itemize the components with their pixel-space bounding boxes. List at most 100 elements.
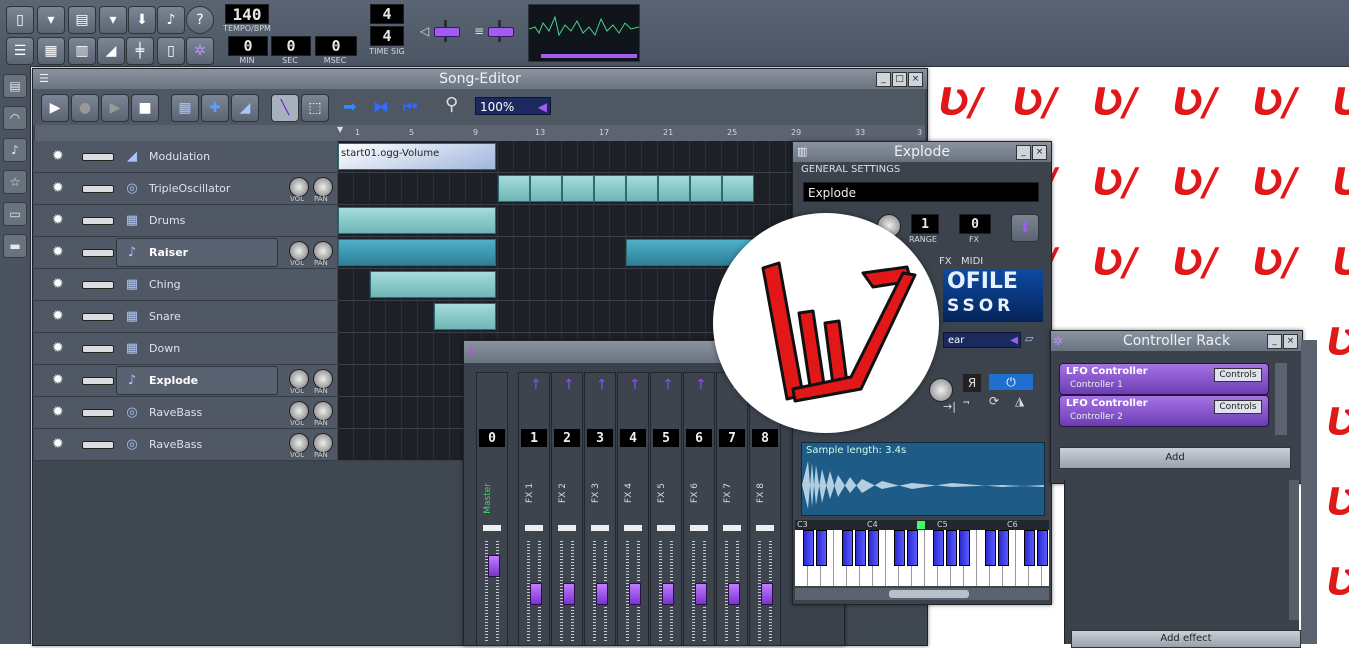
pattern-clip[interactable] — [338, 207, 496, 234]
auto-scroll-icon[interactable]: ➡ — [343, 97, 356, 116]
open-sample-icon[interactable]: ▱ — [1025, 332, 1041, 348]
fx-channel[interactable]: ↑ 5 FX 5 — [650, 372, 682, 646]
volume-fader[interactable] — [662, 583, 674, 605]
black-key[interactable] — [855, 530, 866, 566]
mute-toggle[interactable] — [82, 153, 114, 161]
minimize-button[interactable]: _ — [1267, 334, 1282, 349]
interpolation-select[interactable]: ear ◀ — [943, 332, 1021, 348]
mute-toggle[interactable] — [525, 525, 543, 531]
pan-knob[interactable] — [313, 241, 333, 261]
black-key[interactable] — [959, 530, 970, 566]
add-sample-track-icon[interactable]: ✚ — [201, 94, 229, 122]
automation-editor-icon[interactable]: ◢ — [97, 37, 125, 65]
send-arrow-icon[interactable]: ↑ — [662, 377, 674, 421]
record-button[interactable]: ● — [71, 94, 99, 122]
pan-knob[interactable] — [313, 401, 333, 421]
pattern-clip[interactable] — [658, 175, 690, 202]
rack-scrollbar[interactable] — [1275, 363, 1287, 435]
black-key[interactable] — [1024, 530, 1035, 566]
save-project-icon[interactable]: ⬇ — [128, 6, 156, 34]
track-name[interactable]: Drums — [149, 214, 185, 227]
master-volume-slider[interactable]: ◁ — [420, 20, 464, 42]
gear-icon[interactable]: ✹ — [52, 148, 68, 164]
instrument-titlebar[interactable]: ▥ Explode _ × — [793, 142, 1051, 162]
track-header[interactable]: ✹ ▦ Drums — [34, 205, 337, 237]
mute-toggle[interactable] — [82, 345, 114, 353]
new-from-template-icon[interactable]: ▾ — [37, 6, 65, 34]
black-key[interactable] — [816, 530, 827, 566]
mute-toggle[interactable] — [483, 525, 501, 531]
black-key[interactable] — [803, 530, 814, 566]
sample-edit-icon[interactable]: ⫬ — [963, 394, 981, 410]
track-name[interactable]: RaveBass — [149, 406, 202, 419]
volume-fader[interactable] — [488, 555, 500, 577]
gear-icon[interactable]: ✹ — [52, 308, 68, 324]
send-arrow-icon[interactable]: ↑ — [596, 377, 608, 421]
fx-channel[interactable]: ↑ 6 FX 6 — [683, 372, 715, 646]
song-editor-titlebar[interactable]: ☰ Song-Editor _ □ × — [33, 69, 927, 89]
minimize-button[interactable]: _ — [1016, 145, 1031, 160]
oscilloscope[interactable] — [528, 4, 640, 62]
controller-rack-titlebar[interactable]: ✲ Controller Rack _ × — [1051, 331, 1302, 351]
end-marker-icon[interactable]: →| — [943, 400, 957, 414]
close-button[interactable]: × — [1283, 334, 1298, 349]
gear-icon[interactable]: ✹ — [52, 372, 68, 388]
volume-knob[interactable] — [289, 433, 309, 453]
edit-mode-icon[interactable]: ⬚ — [301, 94, 329, 122]
send-arrow-icon[interactable]: ↑ — [563, 377, 575, 421]
track-name[interactable]: Explode — [149, 374, 198, 387]
help-icon[interactable]: ? — [186, 6, 214, 34]
open-project-icon[interactable]: ▤ — [68, 6, 96, 34]
track-name[interactable]: Down — [149, 342, 180, 355]
pattern-clip[interactable] — [338, 239, 496, 266]
pattern-clip[interactable] — [690, 175, 722, 202]
tab-fx[interactable]: FX — [939, 256, 952, 267]
save-preset-icon[interactable]: ⬇ — [1011, 214, 1039, 242]
gear-icon[interactable]: ✹ — [52, 244, 68, 260]
loop-icon[interactable]: ⟳ — [989, 394, 1009, 410]
lfo-controller-2[interactable]: LFO Controller Controller 2 Controls — [1059, 395, 1269, 427]
gear-icon[interactable]: ✹ — [52, 212, 68, 228]
timesig-numerator[interactable]: 4 — [370, 4, 404, 24]
fx-channel[interactable]: ↑ 2 FX 2 — [551, 372, 583, 646]
add-beat-track-icon[interactable]: ▦ — [171, 94, 199, 122]
mute-toggle[interactable] — [558, 525, 576, 531]
volume-fader[interactable] — [695, 583, 707, 605]
record-while-playing-button[interactable]: ▶ — [101, 94, 129, 122]
track-header[interactable]: ✹ ◎ RaveBass VOL PAN — [34, 429, 337, 461]
new-project-icon[interactable]: ▯ — [6, 6, 34, 34]
volume-knob[interactable] — [289, 401, 309, 421]
black-key[interactable] — [1037, 530, 1048, 566]
mute-toggle[interactable] — [82, 185, 114, 193]
track-name[interactable]: RaveBass — [149, 438, 202, 451]
effects-scrollbar[interactable] — [1289, 480, 1299, 620]
beat-editor-icon[interactable]: ▦ — [37, 37, 65, 65]
gear-icon[interactable]: ✹ — [52, 404, 68, 420]
pattern-clip[interactable] — [722, 175, 754, 202]
export-icon[interactable]: ♪ — [157, 6, 185, 34]
controller-rack-icon[interactable]: ✲ — [186, 37, 214, 65]
recent-projects-icon[interactable]: ▾ — [99, 6, 127, 34]
my-presets-icon[interactable]: ☆ — [3, 170, 27, 194]
base-note-marker[interactable] — [917, 521, 925, 529]
pan-knob[interactable] — [313, 369, 333, 389]
fx-channel[interactable]: ↑ 1 FX 1 — [518, 372, 550, 646]
pattern-clip[interactable] — [370, 271, 496, 298]
track-header[interactable]: ✹ ▦ Snare — [34, 301, 337, 333]
mute-toggle[interactable] — [82, 313, 114, 321]
fx-channel[interactable]: ↑ 4 FX 4 — [617, 372, 649, 646]
send-arrow-icon[interactable]: ↑ — [530, 377, 542, 421]
my-home-icon[interactable]: ▭ — [3, 202, 27, 226]
black-key[interactable] — [985, 530, 996, 566]
reverse-sample-icon[interactable]: Я — [963, 374, 981, 392]
fx-channel-display[interactable]: 0 — [959, 214, 991, 234]
add-automation-track-icon[interactable]: ◢ — [231, 94, 259, 122]
volume-fader[interactable] — [530, 583, 542, 605]
track-header[interactable]: ✹ ♪ Raiser VOL PAN — [34, 237, 337, 269]
scrollbar-thumb[interactable] — [889, 590, 969, 598]
master-pitch-slider[interactable]: ≡ — [474, 20, 518, 42]
mixer-icon[interactable]: ╪ — [126, 37, 154, 65]
master-channel[interactable]: 0 Master — [476, 372, 508, 646]
pan-knob[interactable] — [313, 433, 333, 453]
track-name[interactable]: Modulation — [149, 150, 210, 163]
